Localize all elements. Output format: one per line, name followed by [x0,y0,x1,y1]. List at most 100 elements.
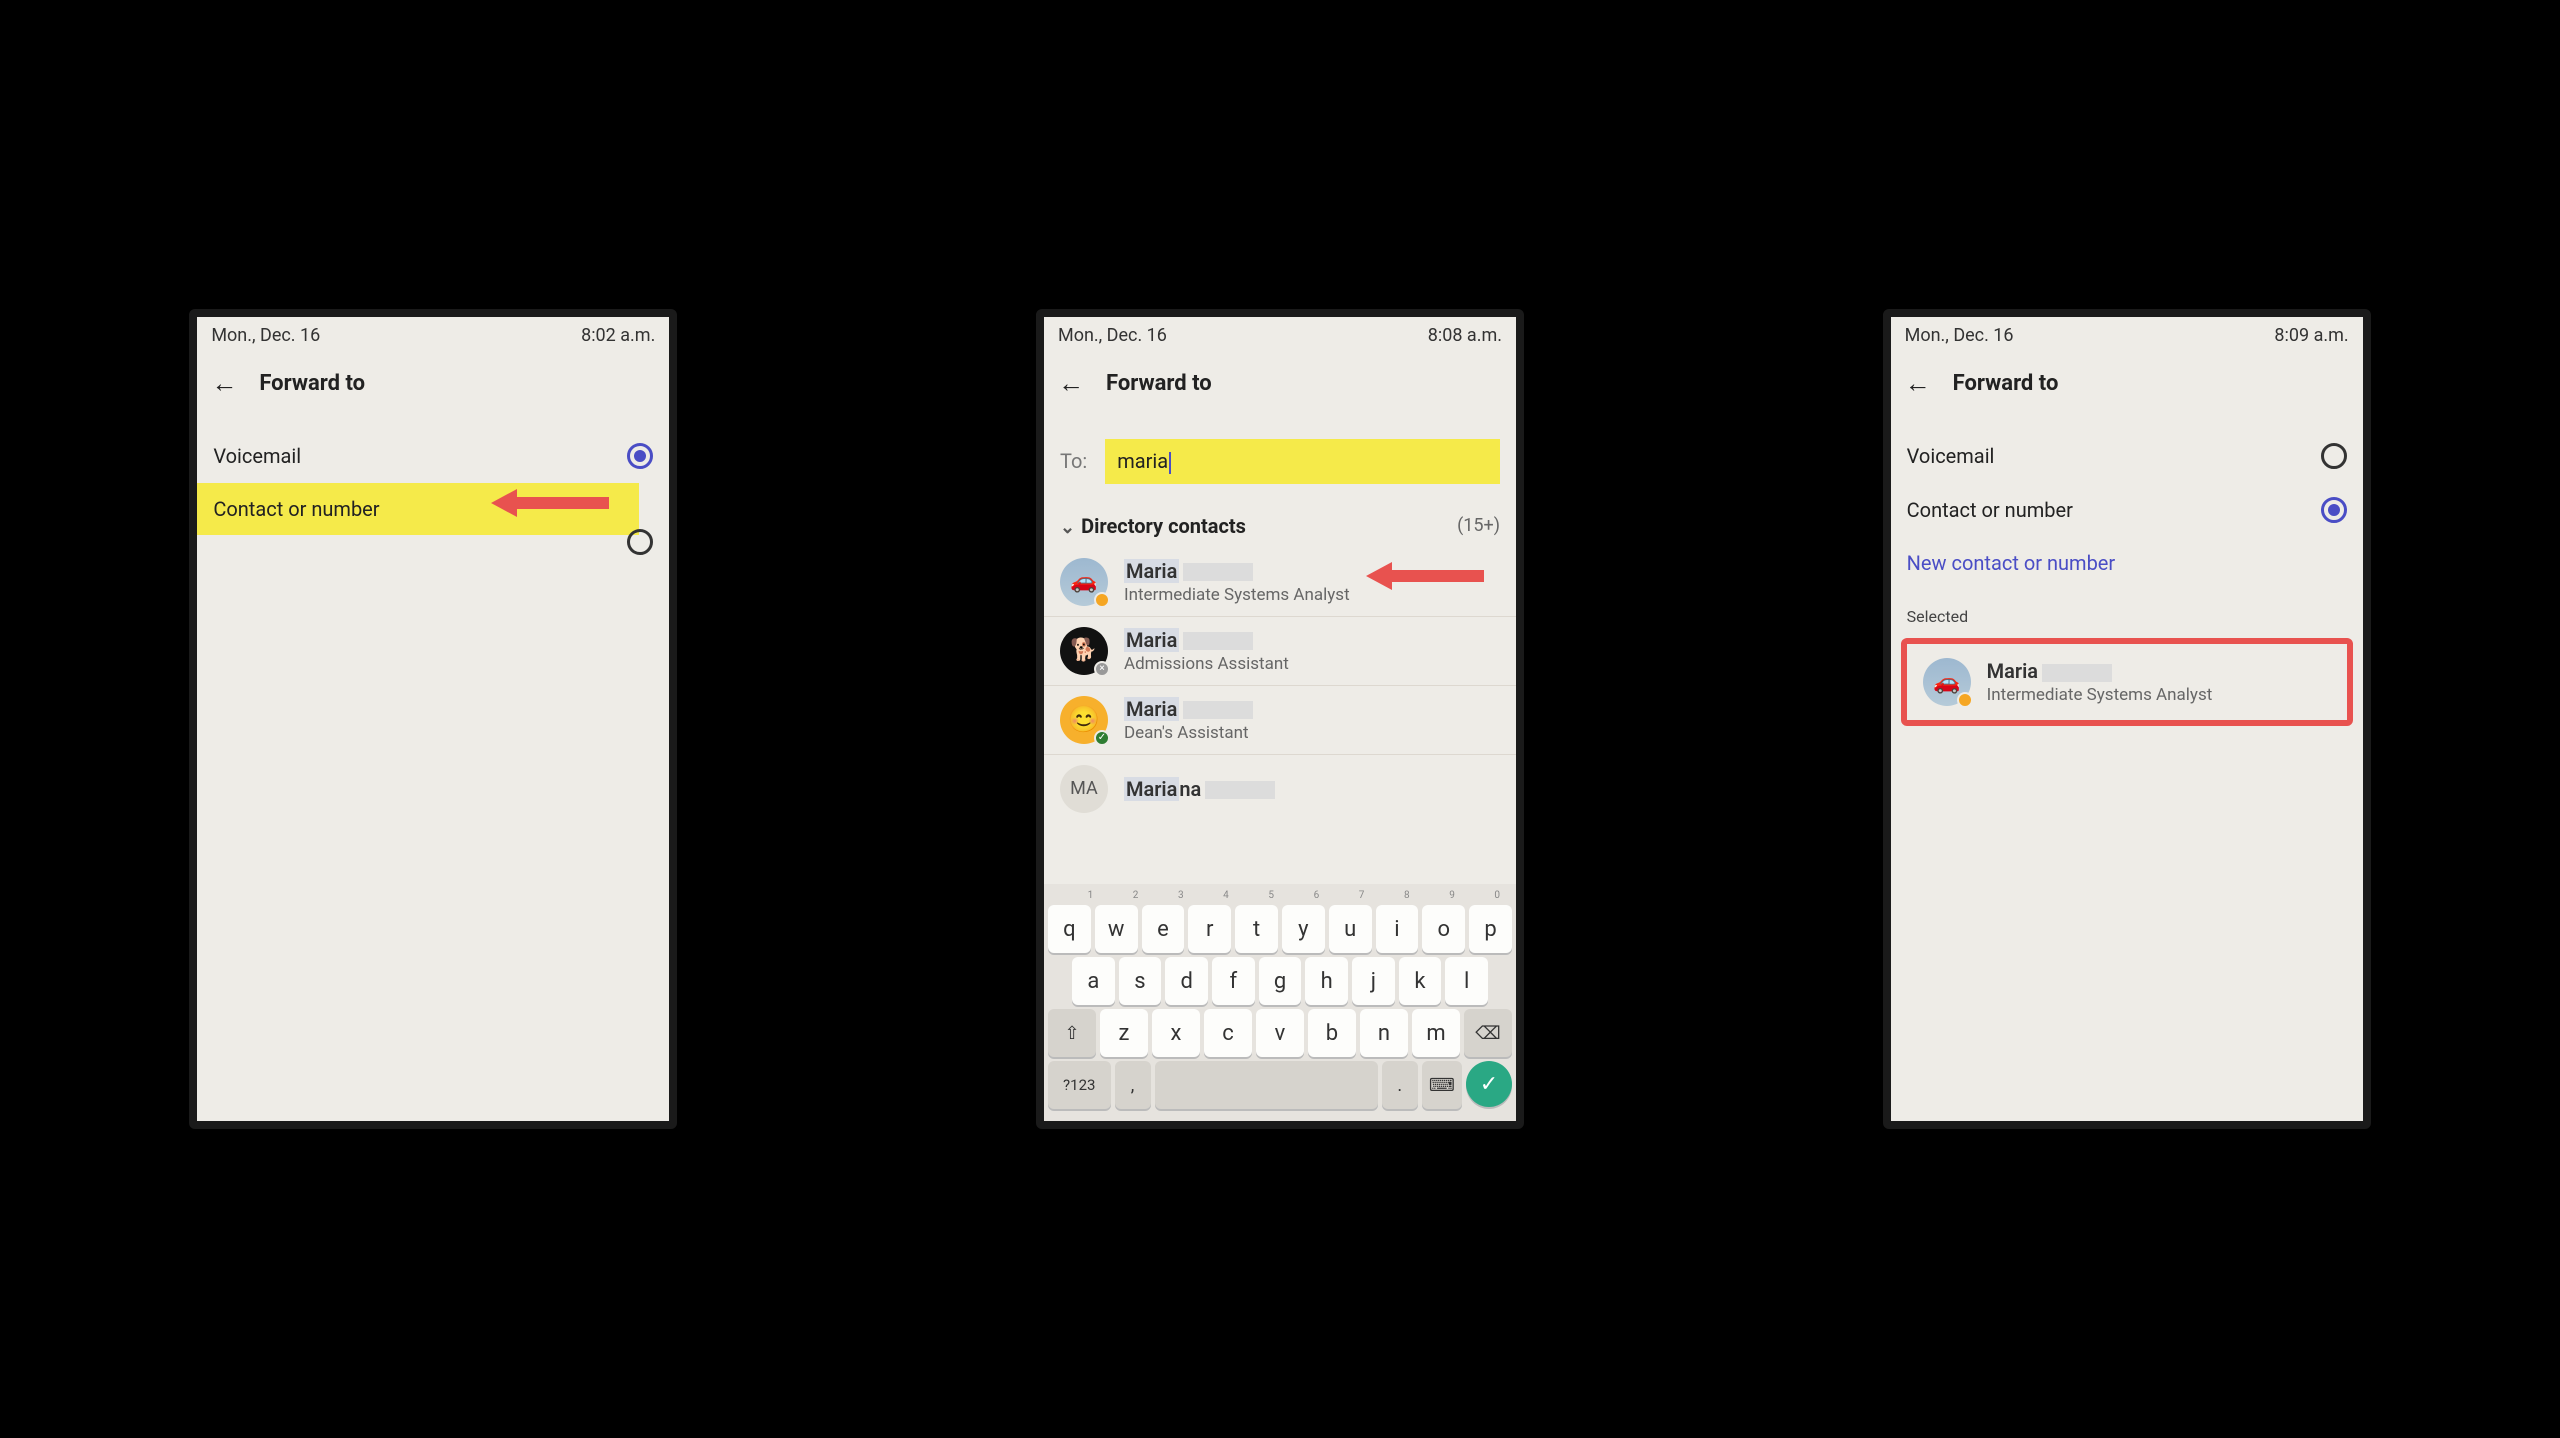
contact-name: Maria [1987,659,2331,683]
key-x[interactable]: x [1152,1009,1200,1057]
key-keyboard-switch-icon[interactable]: ⌨ [1422,1061,1462,1109]
avatar: ✓ [1060,696,1108,744]
text-cursor [1169,452,1171,474]
key-q[interactable]: q [1048,905,1091,953]
key-y[interactable]: y [1282,905,1325,953]
avatar [1060,558,1108,606]
key-enter-icon[interactable]: ✓ [1466,1061,1512,1107]
contact-row[interactable]: × Maria Admissions Assistant [1044,617,1516,686]
key-n[interactable]: n [1360,1009,1408,1057]
key-s[interactable]: s [1119,957,1162,1005]
option-contact-or-number[interactable]: Contact or number [197,483,639,535]
contact-name: Maria [1124,628,1500,652]
redacted-surname [1205,781,1275,799]
redacted-surname [1183,632,1253,650]
directory-contacts-header[interactable]: ⌄Directory contacts (15+) [1044,494,1516,548]
key-r[interactable]: r [1188,905,1231,953]
phone-panel-2: Mon., Dec. 16 8:08 a.m. ← Forward to To:… [1036,309,1524,1129]
option-voicemail[interactable]: Voicemail [1891,429,2363,483]
contact-row[interactable]: Maria Intermediate Systems Analyst [1044,548,1516,617]
key-d[interactable]: d [1165,957,1208,1005]
back-arrow-icon[interactable]: ← [1058,368,1084,399]
keyboard-number-hints: 1234567890 [1048,890,1512,901]
status-time: 8:02 a.m. [581,325,655,346]
contact-role: Intermediate Systems Analyst [1987,685,2331,705]
keyboard-row-2: a s d f g h j k l [1048,957,1512,1005]
status-date: Mon., Dec. 16 [211,325,320,346]
key-symbols[interactable]: ?123 [1048,1061,1111,1109]
key-period[interactable]: . [1382,1061,1418,1109]
key-f[interactable]: f [1212,957,1255,1005]
key-comma[interactable]: , [1115,1061,1151,1109]
search-input[interactable]: maria [1105,439,1500,484]
key-o[interactable]: o [1422,905,1465,953]
radio-selected-icon[interactable] [2321,497,2347,523]
contact-name: Maria [1124,559,1500,583]
status-date: Mon., Dec. 16 [1905,325,2014,346]
to-label: To: [1060,449,1087,473]
option-contact-label: Contact or number [1907,498,2073,522]
phone-panel-1: Mon., Dec. 16 8:02 a.m. ← Forward to Voi… [189,309,677,1129]
key-t[interactable]: t [1235,905,1278,953]
key-m[interactable]: m [1412,1009,1460,1057]
key-p[interactable]: p [1469,905,1512,953]
key-h[interactable]: h [1305,957,1348,1005]
key-i[interactable]: i [1376,905,1419,953]
directory-header-label: Directory contacts [1081,514,1246,538]
key-v[interactable]: v [1256,1009,1304,1057]
option-contact-or-number[interactable]: Contact or number [1891,483,2363,537]
annotation-arrow-icon [491,487,611,519]
avatar [1923,658,1971,706]
back-arrow-icon[interactable]: ← [211,368,237,399]
keyboard-row-1: q w e r t y u i o p [1048,905,1512,953]
key-u[interactable]: u [1329,905,1372,953]
selected-section-label: Selected [1891,589,2363,632]
contact-role: Dean's Assistant [1124,723,1500,743]
option-contact-label: Contact or number [213,497,379,521]
key-e[interactable]: e [1142,905,1185,953]
directory-count: (15+) [1457,515,1500,536]
page-title: Forward to [1953,371,2059,396]
key-space[interactable] [1155,1061,1378,1109]
status-time: 8:09 a.m. [2274,325,2348,346]
status-bar: Mon., Dec. 16 8:08 a.m. [1044,317,1516,350]
key-j[interactable]: j [1352,957,1395,1005]
contact-role: Admissions Assistant [1124,654,1500,674]
selected-contact-row[interactable]: Maria Intermediate Systems Analyst [1907,648,2347,716]
contact-row[interactable]: ✓ Maria Dean's Assistant [1044,686,1516,755]
search-input-value: maria [1117,449,1168,473]
radio-selected-icon[interactable] [627,443,653,469]
status-time: 8:08 a.m. [1428,325,1502,346]
contact-name: Maria [1124,697,1500,721]
key-shift[interactable]: ⇧ [1048,1009,1096,1057]
key-l[interactable]: l [1445,957,1488,1005]
status-bar: Mon., Dec. 16 8:02 a.m. [197,317,669,350]
app-bar: ← Forward to [197,350,669,429]
avatar: MA [1060,765,1108,813]
option-voicemail[interactable]: Voicemail [197,429,669,483]
key-g[interactable]: g [1259,957,1302,1005]
option-voicemail-label: Voicemail [213,444,301,468]
key-w[interactable]: w [1095,905,1138,953]
key-a[interactable]: a [1072,957,1115,1005]
keyboard-row-4: ?123 , . ⌨ ✓ [1048,1061,1512,1109]
radio-unselected-icon[interactable] [627,529,653,555]
back-arrow-icon[interactable]: ← [1905,368,1931,399]
page-title: Forward to [259,371,365,396]
avatar: × [1060,627,1108,675]
key-c[interactable]: c [1204,1009,1252,1057]
key-b[interactable]: b [1308,1009,1356,1057]
key-z[interactable]: z [1100,1009,1148,1057]
radio-unselected-icon[interactable] [2321,443,2347,469]
avatar-initials: MA [1070,778,1098,799]
key-k[interactable]: k [1399,957,1442,1005]
app-bar: ← Forward to [1044,350,1516,429]
app-bar: ← Forward to [1891,350,2363,429]
key-backspace[interactable]: ⌫ [1464,1009,1512,1057]
new-contact-or-number-link[interactable]: New contact or number [1891,537,2363,589]
contact-row[interactable]: MA Mariana [1044,755,1516,823]
contact-role: Intermediate Systems Analyst [1124,585,1500,605]
soft-keyboard[interactable]: 1234567890 q w e r t y u i o p a s d f g… [1044,884,1516,1121]
to-field-row: To: maria [1044,429,1516,494]
presence-available-icon: ✓ [1094,730,1110,746]
